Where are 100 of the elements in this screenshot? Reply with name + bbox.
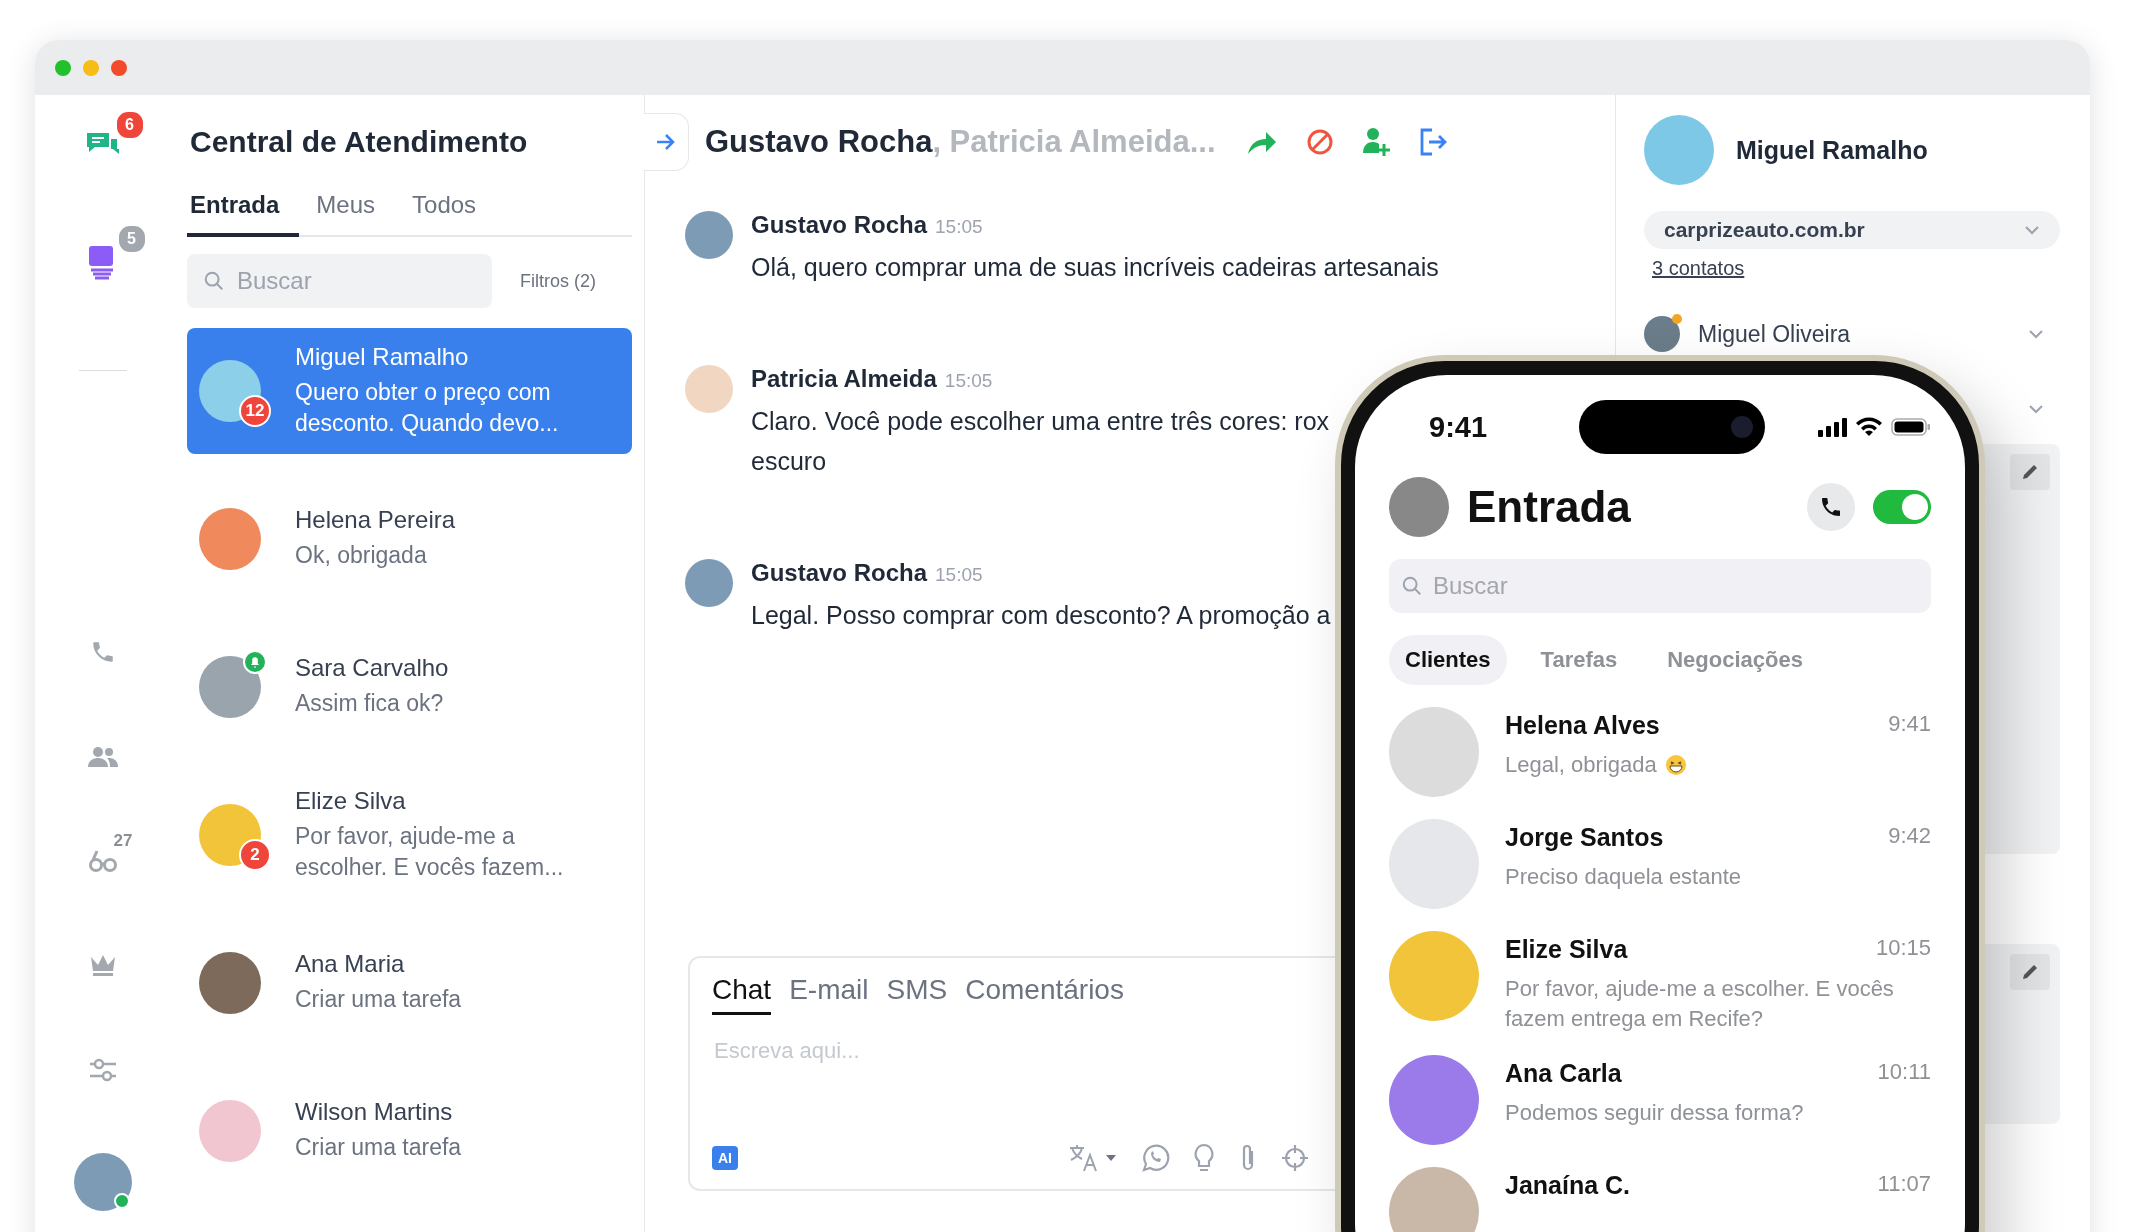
message-preview: Ok, obrigada bbox=[295, 541, 428, 571]
edit-button[interactable] bbox=[2010, 454, 2050, 490]
search-input[interactable]: Buscar bbox=[235, 266, 492, 296]
inbox-tab[interactable]: Todos bbox=[409, 187, 497, 237]
message-time: 9:42 bbox=[1888, 823, 1931, 850]
unread-badge: 12 bbox=[239, 395, 271, 427]
message-preview: Criar uma tarefa bbox=[295, 985, 462, 1015]
unread-badge: 2 bbox=[239, 839, 271, 871]
contact-name: Ana Maria bbox=[295, 950, 406, 979]
conversation-item[interactable]: 2 Elize Silva Por favor, ajude-me a escolher. E vocês fazem... bbox=[187, 772, 632, 898]
battery-icon bbox=[1891, 417, 1931, 437]
arrow-right-icon bbox=[655, 132, 677, 152]
edit-button[interactable] bbox=[2010, 954, 2050, 990]
author-name: Gustavo Rocha bbox=[751, 211, 928, 239]
contact-name: Elize Silva bbox=[295, 786, 407, 815]
minimize-button[interactable] bbox=[83, 59, 99, 76]
signal-icon bbox=[1817, 417, 1847, 437]
message-preview: Preciso daquela estante bbox=[1505, 863, 1742, 891]
message-text: Legal. Posso comprar com desconto? A promoção a bbox=[751, 600, 1331, 631]
count-badge: 5 bbox=[116, 224, 147, 254]
message-preview: Por favor, ajude-me a escolher. E vocês fazem... bbox=[295, 821, 565, 882]
conversation-item[interactable]: Helena Pereira Ok, obrigada bbox=[187, 476, 632, 602]
sliders-icon[interactable] bbox=[87, 1057, 118, 1083]
search-input[interactable]: Buscar bbox=[1431, 571, 1931, 601]
conversation-item[interactable]: Janaína C. 11:07 bbox=[1389, 1167, 1931, 1232]
contact-name: Sara Carvalho bbox=[295, 654, 449, 683]
message-time: 11:07 bbox=[1877, 1171, 1931, 1199]
search-field[interactable]: Buscar bbox=[187, 254, 492, 308]
search-icon bbox=[1401, 575, 1423, 597]
author-name: Patricia Almeida bbox=[751, 365, 937, 393]
search-field[interactable]: Buscar bbox=[1389, 559, 1931, 613]
ai-button[interactable]: AI bbox=[712, 1146, 738, 1170]
contact-name: Jorge Santos bbox=[1505, 823, 1664, 852]
message-preview: Assim fica ok? bbox=[295, 689, 445, 719]
channel-tab[interactable]: Comentários bbox=[965, 974, 1124, 1015]
add-user-icon[interactable] bbox=[1361, 127, 1390, 157]
message-text: Olá, quero comprar uma de suas incríveis cadeiras artesanais bbox=[751, 252, 1439, 283]
contacts-link[interactable]: 3 contatos bbox=[1652, 257, 1745, 280]
conversation-item[interactable]: Wilson Martins Criar uma tarefa bbox=[187, 1068, 632, 1194]
chat-participants: Gustavo Rocha, Patricia Almeida... bbox=[705, 124, 1216, 160]
conversation-item[interactable]: Elize Silva 10:15 Por favor, ajude-me a escolher. E vocês fazem entrega em Recife? bbox=[1389, 931, 1931, 1034]
lightbulb-icon[interactable] bbox=[1192, 1143, 1216, 1173]
contact-row[interactable]: Miguel Oliveira bbox=[1644, 316, 2060, 352]
category-tab[interactable]: Clientes bbox=[1389, 635, 1507, 685]
conversation-item[interactable]: 12 Miguel Ramalho Quero obter o preço com desconto. Quando devo... bbox=[187, 328, 632, 454]
message-text: Claro. Você pode escolher uma entre três cores: rox escuro bbox=[751, 406, 1330, 477]
message-preview: Podemos seguir dessa forma? bbox=[1505, 1099, 1804, 1128]
conversation-item[interactable]: Jorge Santos 9:42 Preciso daquela estante bbox=[1389, 819, 1931, 909]
message-preview: Por favor, ajude-me a escolher. E vocês fazem entrega em Recife? bbox=[1505, 975, 1895, 1033]
inbox-tab[interactable]: Entrada bbox=[187, 187, 300, 237]
channel-tab[interactable]: SMS bbox=[886, 974, 948, 1015]
message-time: 9:41 bbox=[1888, 711, 1931, 738]
conversation-item[interactable]: Sara Carvalho Assim fica ok? bbox=[187, 624, 632, 750]
avatar bbox=[1644, 316, 1680, 352]
collapse-tab[interactable] bbox=[644, 113, 689, 171]
close-button[interactable] bbox=[111, 59, 127, 76]
crosshair-icon[interactable] bbox=[1280, 1143, 1310, 1173]
count-badge: 6 bbox=[114, 110, 145, 140]
panel-title: Central de Atendimento bbox=[190, 125, 529, 159]
call-button[interactable] bbox=[1807, 483, 1855, 531]
glasses-icon[interactable] bbox=[87, 849, 118, 873]
contact-name: Miguel Ramalho bbox=[1736, 135, 1928, 165]
message-time: 15:05 bbox=[935, 216, 983, 238]
contact-name: Ana Carla bbox=[1505, 1059, 1622, 1089]
conversation-item[interactable]: Helena Alves 9:41 Legal, obrigada bbox=[1389, 707, 1931, 797]
message-time: 15:05 bbox=[944, 370, 993, 392]
conversation-item[interactable]: Ana Carla 10:11 Podemos seguir dessa forma? bbox=[1389, 1055, 1931, 1146]
channel-tab[interactable]: Chat bbox=[712, 974, 772, 1015]
pencil-icon bbox=[2020, 462, 2040, 482]
camera-island-icon bbox=[1579, 400, 1765, 454]
inbox-tab[interactable]: Meus bbox=[313, 187, 396, 237]
phone-icon bbox=[1819, 495, 1843, 519]
chevron-down-icon bbox=[2028, 329, 2044, 339]
availability-toggle[interactable] bbox=[1873, 490, 1931, 524]
filters-button[interactable]: Filtros (2) bbox=[514, 269, 602, 293]
message-time: 15:05 bbox=[935, 564, 983, 586]
crown-icon[interactable] bbox=[88, 953, 117, 977]
maximize-button[interactable] bbox=[55, 59, 71, 76]
translate-icon[interactable] bbox=[1068, 1143, 1118, 1173]
avatar bbox=[685, 211, 733, 259]
message-time: 10:11 bbox=[1877, 1059, 1931, 1087]
wifi-icon bbox=[1855, 417, 1883, 437]
message-preview: Legal, obrigada bbox=[1505, 751, 1657, 779]
whatsapp-icon[interactable] bbox=[1140, 1143, 1170, 1173]
count-label: 27 bbox=[113, 831, 133, 851]
contact-name: Miguel Ramalho bbox=[295, 342, 470, 371]
conversation-item[interactable]: Ana Maria Criar uma tarefa bbox=[187, 920, 632, 1046]
chevron-down-icon[interactable] bbox=[2028, 404, 2044, 414]
status-time: 9:41 bbox=[1429, 410, 1488, 444]
message-preview: Criar uma tarefa bbox=[295, 1133, 462, 1163]
company-dropdown[interactable]: carprizeauto.com.br bbox=[1644, 211, 2060, 249]
author-name: Gustavo Rocha bbox=[751, 559, 928, 587]
channel-tab[interactable]: E-mail bbox=[789, 974, 869, 1015]
pencil-icon bbox=[2020, 962, 2040, 982]
avatar bbox=[1389, 477, 1449, 537]
people-icon[interactable] bbox=[86, 745, 119, 769]
contact-name: Helena Pereira bbox=[295, 506, 456, 535]
online-status-icon bbox=[113, 1193, 130, 1209]
chevron-down-icon bbox=[2024, 225, 2040, 235]
block-icon[interactable] bbox=[1305, 128, 1334, 156]
